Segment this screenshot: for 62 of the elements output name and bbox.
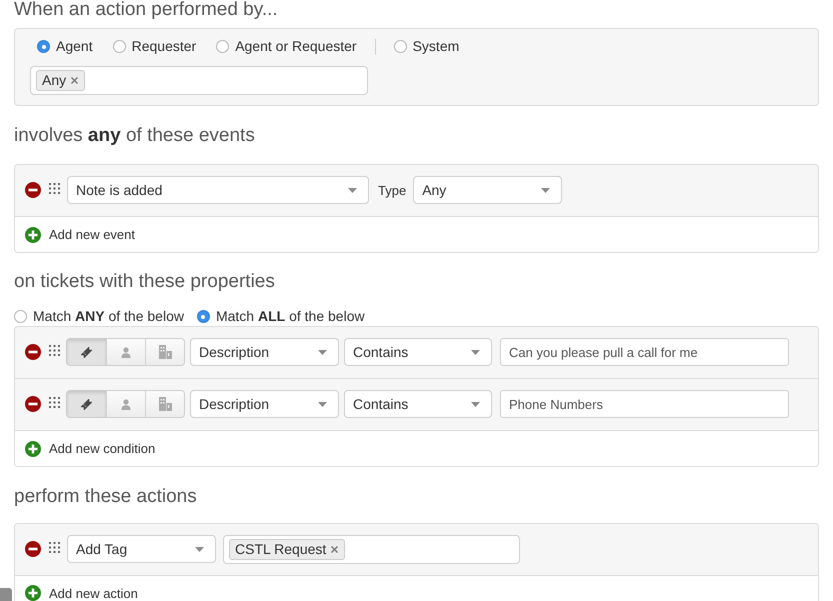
add-icon <box>25 440 41 457</box>
caret-icon <box>195 546 204 552</box>
radio-label[interactable]: System <box>412 38 460 56</box>
radio-label[interactable]: Match ALL of the below <box>216 308 365 326</box>
ticket-scope-button[interactable] <box>67 391 106 418</box>
radio-button[interactable] <box>14 310 27 324</box>
building-scope-button[interactable] <box>145 339 184 366</box>
value-input-field[interactable]: Can you please pull a call for me <box>500 338 789 366</box>
drag-handle-icon[interactable] <box>49 396 60 408</box>
caret-icon <box>471 402 480 407</box>
add-link[interactable]: Add new action <box>25 584 138 601</box>
remove-icon[interactable] <box>25 396 41 412</box>
tag-input-field[interactable]: Any <box>30 66 368 95</box>
drag-handle-icon[interactable] <box>49 182 60 194</box>
section-heading: on tickets with these properties <box>14 272 275 292</box>
radio-button[interactable] <box>394 40 407 54</box>
dropdown[interactable]: Note is added <box>67 176 369 204</box>
add-link[interactable]: Add new condition <box>25 440 156 458</box>
drag-handle-icon[interactable] <box>49 542 60 553</box>
tag-input-field[interactable]: CSTL Request <box>223 534 520 564</box>
dropdown[interactable]: Add Tag <box>67 535 216 564</box>
section-heading: involves any of these events <box>14 126 255 146</box>
radio-label[interactable]: Requester <box>132 38 196 56</box>
ticket-icon <box>80 398 93 411</box>
person-icon <box>121 346 131 358</box>
caret-icon <box>348 188 357 193</box>
caret-icon <box>318 350 327 355</box>
add-icon <box>25 226 41 243</box>
radio-label[interactable]: Agent <box>56 38 93 56</box>
person-icon <box>121 398 131 410</box>
section-heading: perform these actions <box>14 486 197 507</box>
ticket-scope-button[interactable] <box>67 339 106 366</box>
radio-button[interactable] <box>216 40 230 54</box>
building-scope-button[interactable] <box>145 391 184 418</box>
type-label: Type <box>378 182 406 198</box>
drag-handle-icon[interactable] <box>49 344 60 356</box>
remove-icon[interactable] <box>25 182 41 198</box>
dropdown[interactable]: Description <box>190 338 339 366</box>
caret-icon <box>471 350 480 355</box>
radio-button[interactable] <box>37 40 50 54</box>
caret-icon <box>541 188 550 193</box>
section-heading: When an action performed by... <box>14 0 278 20</box>
building-icon <box>158 345 172 360</box>
dropdown[interactable]: Contains <box>344 390 492 418</box>
close-icon[interactable] <box>331 546 338 553</box>
building-icon <box>158 397 172 412</box>
ticket-icon <box>80 346 93 359</box>
add-link[interactable]: Add new event <box>25 226 136 244</box>
dropdown[interactable]: Any <box>413 176 562 204</box>
close-icon[interactable] <box>71 76 78 84</box>
radio-label[interactable]: Agent or Requester <box>235 38 357 56</box>
remove-icon[interactable] <box>25 541 41 558</box>
tag-label: CSTL Request <box>235 541 326 558</box>
dropdown[interactable]: Description <box>190 390 339 418</box>
radio-label[interactable]: Match ANY of the below <box>33 308 184 326</box>
caret-icon <box>318 402 327 407</box>
radio-button[interactable] <box>112 40 126 54</box>
radio-button[interactable] <box>196 310 210 324</box>
tag-label: Any <box>42 72 66 88</box>
dropdown[interactable]: Contains <box>344 338 492 366</box>
value-input-field[interactable]: Phone Numbers <box>500 390 789 418</box>
remove-icon[interactable] <box>25 344 41 360</box>
